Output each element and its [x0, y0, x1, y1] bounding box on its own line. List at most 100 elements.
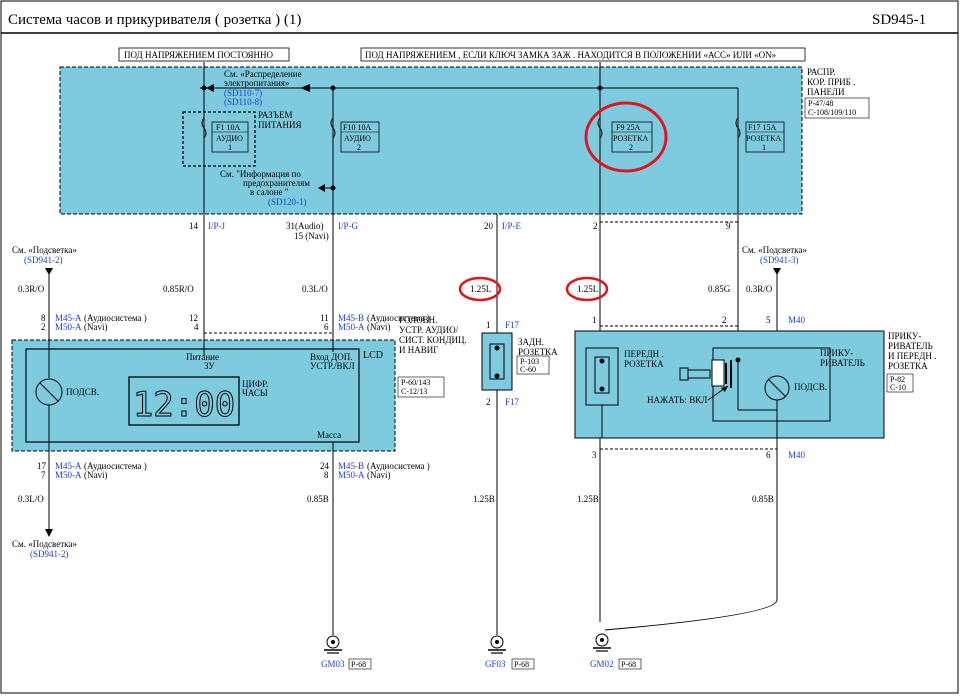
illum-ref-link-top-right[interactable]: (SD941-3) [760, 255, 799, 265]
illum-ref-link-bottom[interactable]: (SD941-2) [30, 549, 69, 559]
svg-text:РОЗЕТКА: РОЗЕТКА [613, 134, 648, 143]
lighter-conn-top: M40 [788, 315, 806, 325]
hu-pin-8-bot: 8 [324, 470, 329, 480]
svg-text:GM02: GM02 [590, 659, 614, 669]
ground-gm03: GM03 P-68 [321, 635, 372, 670]
svg-text:АУДИО: АУДИО [216, 134, 243, 143]
rear-pin-2: 2 [486, 397, 491, 407]
lighter-pin-5: 5 [766, 315, 771, 325]
conn-ip-j: I/P-J [208, 221, 226, 231]
constant-power-label: ПОД НАПРЯЖЕНИЕМ ПОСТОЯННО [124, 50, 274, 60]
svg-text:P-68: P-68 [621, 660, 636, 669]
jb-title-2: КОР. ПРИБ . [807, 77, 855, 87]
hu-note-navi-2: (Navi) [367, 322, 391, 332]
power-connector-label-2: ПИТАНИЯ [258, 120, 302, 130]
hu-title-2: УСТР. АУДИО/ [399, 325, 459, 335]
rear-socket-box [481, 332, 513, 391]
diagram-code: SD945-1 [872, 12, 926, 28]
clock-label-2: ЧАСЫ [242, 388, 268, 398]
front-socket-label-1: ПЕРЕДН . [624, 349, 664, 359]
wire-03ro: 0.3R/O [18, 284, 45, 294]
wiring-diagram: Система часов и прикуривателя ( розетка … [0, 0, 960, 696]
hu-pin-6: 6 [324, 322, 329, 332]
illum-ref-top-right: См. «Подсветка» [742, 245, 807, 255]
svg-text:2: 2 [629, 143, 633, 152]
wire-03lo: 0.3L/O [302, 284, 328, 294]
rear-socket-title-2: РОЗЕТКА [518, 347, 558, 357]
hu-power-label-2: ЗУ [204, 361, 215, 371]
illum-ref-bottom: См. «Подсветка» [12, 539, 77, 549]
ref-dist-2: электропитания» [224, 78, 289, 88]
rear-socket-title-1: ЗАДН. [518, 337, 544, 347]
pin-14: 14 [189, 221, 199, 231]
hu-aux-label-2: УСТР./ВКЛ [310, 361, 355, 371]
lighter-title-1: ПРИКУ- [888, 331, 921, 341]
lighter-pin-6: 6 [766, 450, 771, 460]
lighter-pin-1: 1 [592, 315, 597, 325]
hu-connector-1: P-60/143 [401, 378, 430, 387]
ref-dist-link-2[interactable]: (SD110-8) [224, 97, 262, 107]
hu-pin-2: 2 [41, 322, 46, 332]
svg-text:F1 10A: F1 10A [216, 123, 240, 132]
pin-9: 9 [726, 221, 731, 231]
conn-ip-g: I/P-G [338, 221, 359, 231]
pin-2: 2 [593, 221, 598, 231]
pin-15: 15 (Navi) [294, 231, 329, 241]
power-connector-label-1: РАЗЪЕМ [258, 110, 293, 120]
conn-ip-e: I/P-E [502, 221, 522, 231]
wire-125b-rear: 1.25B [473, 494, 495, 504]
svg-text:1: 1 [762, 143, 766, 152]
hu-conn-bot-m50a: M50-A [55, 470, 82, 480]
ref-fuse-link[interactable]: (SD120-1) [268, 197, 307, 207]
svg-text:1: 1 [228, 143, 232, 152]
ground-gm02: GM02 P-68 [590, 633, 642, 670]
lighter-title-3: И ПЕРЕДН . [888, 351, 936, 361]
svg-text:РОЗЕТКА: РОЗЕТКА [746, 134, 781, 143]
lighter-pin-3: 3 [592, 450, 597, 460]
hu-pin-7: 7 [41, 470, 46, 480]
front-socket-label-2: РОЗЕТКА [624, 359, 664, 369]
wire-085ro: 0.85R/O [163, 284, 194, 294]
jb-title-3: ПАНЕЛИ [807, 87, 845, 97]
svg-text:АУДИО: АУДИО [344, 134, 371, 143]
rear-conn-bottom: F17 [505, 397, 520, 407]
svg-text:F10 10A: F10 10A [343, 123, 371, 132]
wire-03ro-right: 0.3R/O [746, 284, 773, 294]
hu-illum-label: ПОДСВ. [66, 387, 99, 397]
lighter-title-4: РОЗЕТКА [888, 361, 928, 371]
lighter-connector-2: C-10 [890, 383, 906, 392]
rear-connector-2: C-60 [520, 365, 536, 374]
hu-conn-m50a-2: M50-A [338, 322, 365, 332]
ref-fuse-3: в салоне " [250, 187, 289, 197]
hu-conn-bot-m50a-2: M50-A [338, 470, 365, 480]
svg-text:F17 15A: F17 15A [748, 123, 776, 132]
jb-title-1: РАСПР. [807, 67, 836, 77]
jb-connector-1: P-47/48 [808, 99, 833, 108]
svg-text:GM03: GM03 [321, 659, 345, 669]
hu-note-navi: (Navi) [84, 322, 108, 332]
svg-text:P-68: P-68 [351, 660, 366, 669]
hu-note-bot-navi-2: (Navi) [367, 470, 391, 480]
lighter-pin-2: 2 [722, 315, 727, 325]
pin-20: 20 [484, 221, 494, 231]
wire-085b-right: 0.85B [752, 494, 774, 504]
wire-125l-rear: 1.25L [470, 284, 491, 294]
wire-085b-left: 0.85B [307, 494, 329, 504]
illum-ref-link-top-left[interactable]: (SD941-2) [24, 255, 63, 265]
rear-conn-top: F17 [505, 320, 520, 330]
hu-conn-m50a: M50-A [55, 322, 82, 332]
svg-text:2: 2 [357, 143, 361, 152]
hu-title-4: И НАВИГ [399, 345, 438, 355]
hu-pin-4: 4 [194, 322, 199, 332]
svg-text:P-68: P-68 [514, 660, 529, 669]
jb-connector-2: C-108/109/110 [808, 108, 856, 117]
diagram-canvas: Система часов и прикуривателя ( розетка … [0, 0, 959, 694]
lighter-illum-label: ПОДСВ. [794, 382, 827, 392]
lighter-press-label: НАЖАТЬ: ВКЛ [647, 395, 707, 405]
svg-text:F9 25A: F9 25A [616, 123, 640, 132]
hu-note-bot-navi: (Navi) [84, 470, 108, 480]
rear-pin-1: 1 [486, 320, 491, 330]
junction-box [59, 66, 803, 215]
wire-125l-front: 1.25L [577, 284, 598, 294]
hu-title-1: ГОЛОВН. [399, 315, 437, 325]
